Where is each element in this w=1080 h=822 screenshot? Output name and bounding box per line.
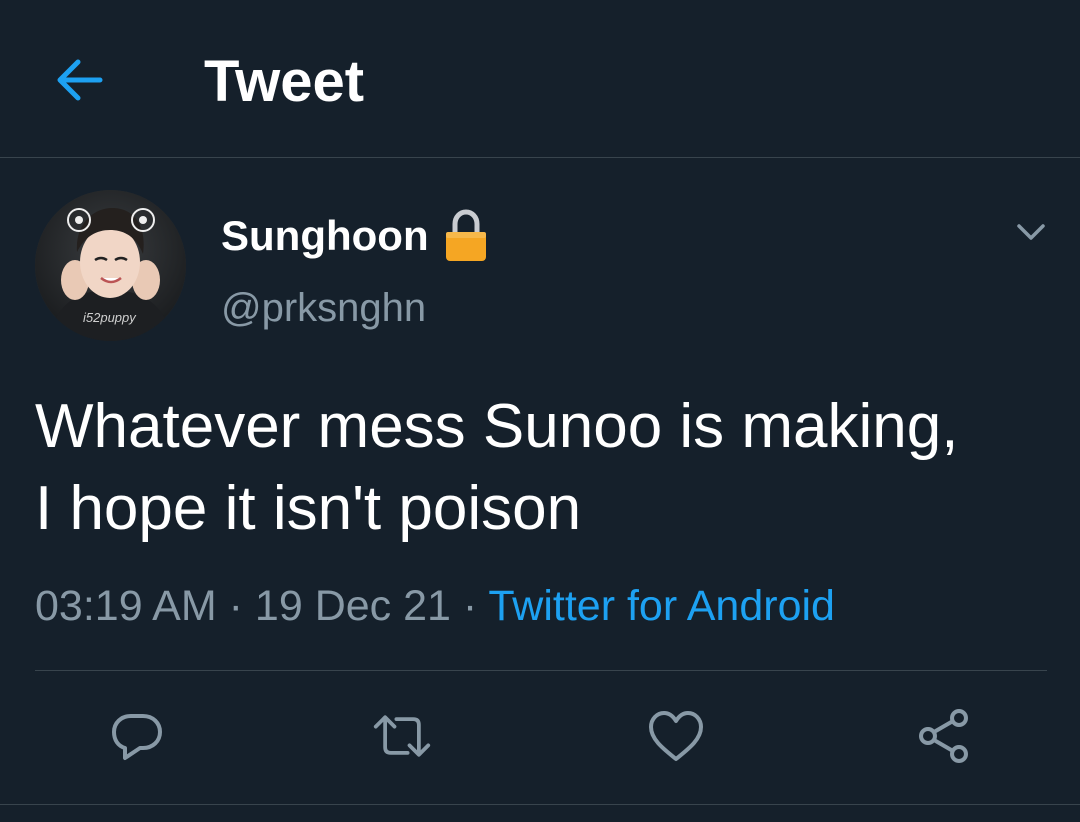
- retweet-button[interactable]: [372, 706, 432, 766]
- avatar[interactable]: i52puppy: [35, 190, 186, 341]
- heart-icon: [649, 711, 703, 761]
- avatar-image: i52puppy: [35, 190, 186, 341]
- tweet-detail-screen: Tweet i52puppy Sunghoon @prksnghn Whatev…: [0, 0, 1080, 822]
- author-name-row: Sunghoon: [221, 209, 489, 262]
- user-handle[interactable]: @prksnghn: [221, 283, 426, 333]
- page-title: Tweet: [204, 49, 365, 114]
- retweet-icon: [373, 715, 431, 757]
- tweet-meta: 03:19 AM · 19 Dec 21 · Twitter for Andro…: [35, 578, 835, 634]
- lock-icon: [445, 209, 486, 261]
- tweet-time: 03:19 AM: [35, 582, 217, 630]
- chevron-down-icon: [1017, 224, 1045, 240]
- tweet-source-link[interactable]: Twitter for Android: [488, 582, 835, 630]
- avatar-watermark: i52puppy: [83, 310, 137, 325]
- meta-separator: ·: [228, 582, 243, 630]
- tweet-options-button[interactable]: [1008, 212, 1054, 252]
- divider: [35, 670, 1047, 671]
- share-button[interactable]: [914, 706, 974, 766]
- share-icon: [919, 709, 968, 763]
- display-name[interactable]: Sunghoon: [221, 210, 429, 262]
- tweet-text: Whatever mess Sunoo is making, I hope it…: [35, 392, 959, 543]
- tweet-date: 19 Dec 21: [254, 582, 451, 630]
- reply-button[interactable]: [107, 706, 167, 766]
- reply-icon: [112, 714, 162, 760]
- bottom-divider: [0, 804, 1080, 805]
- top-bar: Tweet: [0, 0, 1080, 158]
- back-button[interactable]: [48, 52, 110, 108]
- arrow-left-icon: [57, 59, 103, 101]
- meta-separator: ·: [462, 582, 478, 630]
- like-button[interactable]: [646, 706, 706, 766]
